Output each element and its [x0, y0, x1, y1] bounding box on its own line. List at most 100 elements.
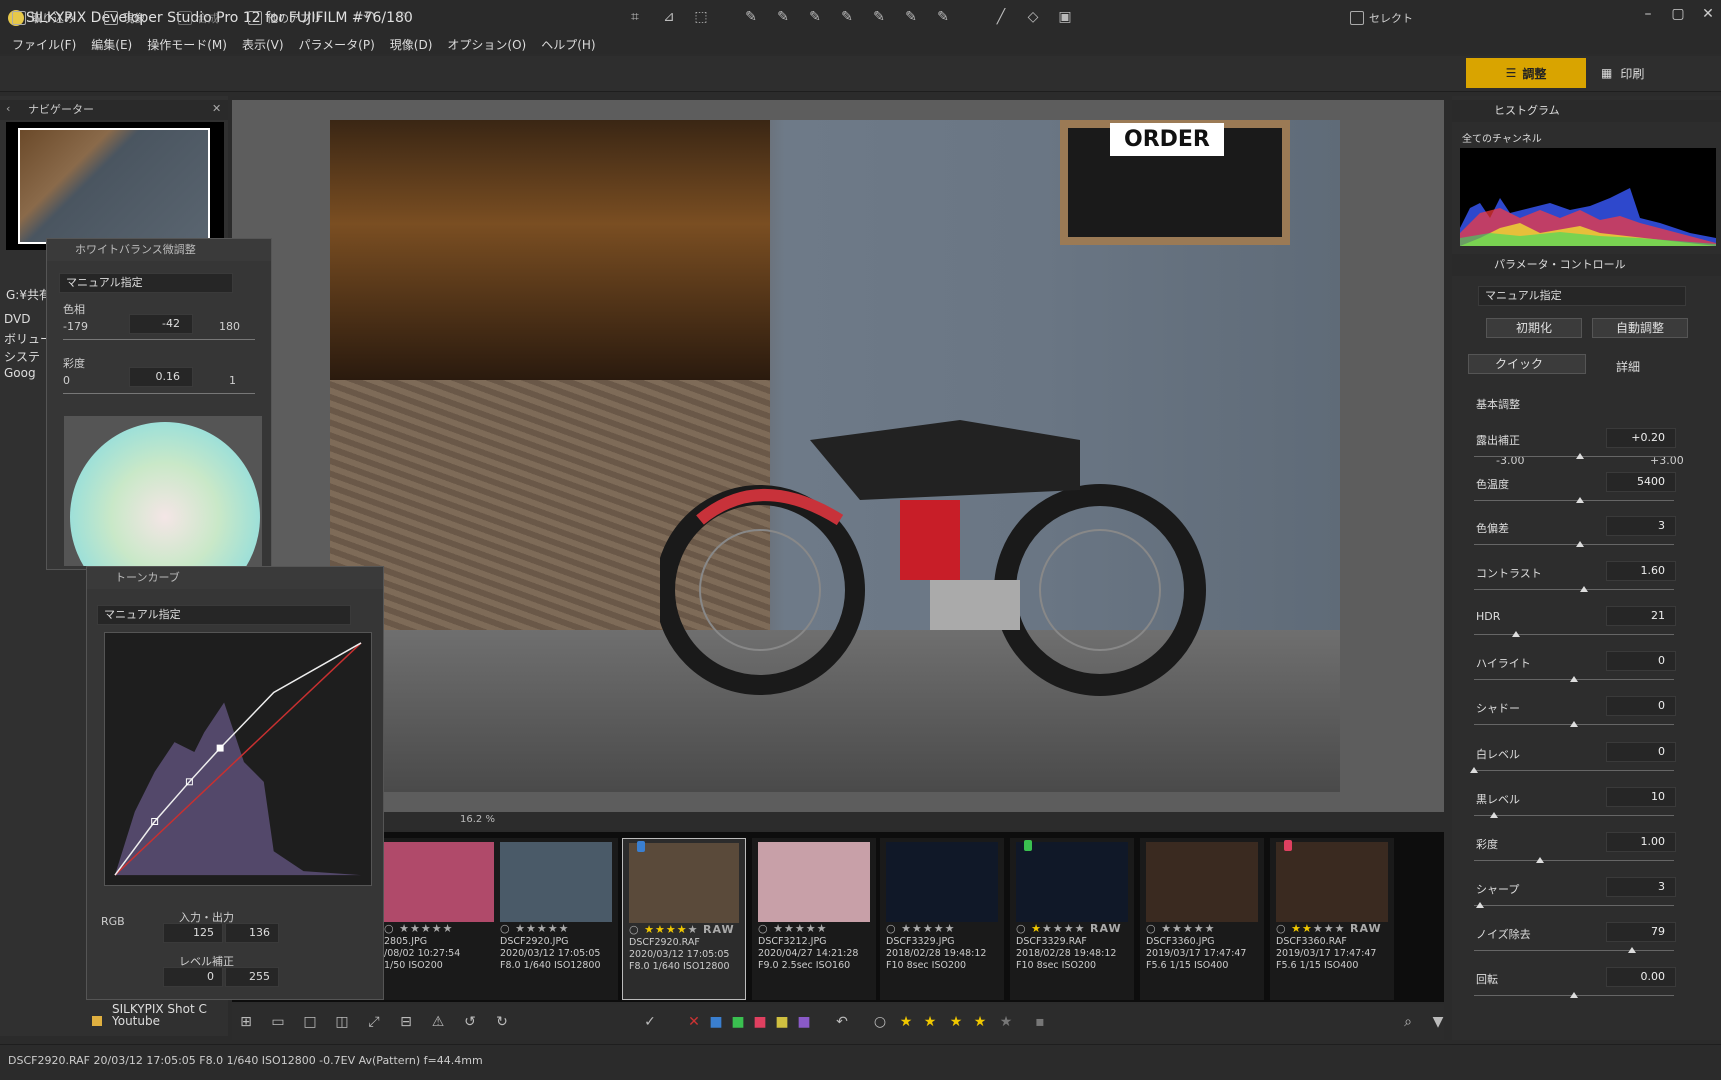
filmstrip-thumbnail[interactable]: ○ ★★★★★ DSCF3360.JPG 2019/03/17 17:47:47 F5…	[1140, 838, 1264, 1000]
thumbnail-rating[interactable]: ○ ★★★★★ RAW	[1010, 922, 1134, 936]
maximize-icon[interactable]: ▢	[1663, 6, 1693, 26]
adjust-button[interactable]: ☰ 調整	[1466, 58, 1586, 88]
brush-tool-5-icon[interactable]: ✎	[870, 8, 888, 26]
slider-handle[interactable]	[1536, 857, 1544, 863]
rating-2-star-icon[interactable]: ★	[920, 1012, 940, 1032]
zoom-level[interactable]: 16.2 %	[460, 814, 495, 825]
star-icon[interactable]: ★	[1205, 922, 1216, 935]
param-slider[interactable]	[1474, 456, 1674, 457]
thumbnail-rating[interactable]: ○ ★★★★★ RAW	[1270, 922, 1394, 936]
tag-red-icon[interactable]: ■	[750, 1012, 770, 1032]
saturation-value[interactable]: 0.16	[129, 367, 193, 387]
star-icon[interactable]: ★	[923, 922, 934, 935]
thumbnail-rating[interactable]: ○ ★★★★★	[752, 922, 876, 936]
rating-3-star-icon[interactable]: ★	[946, 1012, 966, 1032]
star-icon[interactable]: ★	[1042, 922, 1053, 935]
thumbnail-rating[interactable]: ○ ★★★★★	[378, 922, 502, 936]
tag-purple-icon[interactable]: ■	[794, 1012, 814, 1032]
param-slider[interactable]	[1474, 544, 1674, 545]
print-button[interactable]: ▦ 印刷	[1595, 58, 1705, 88]
collapse-left-icon[interactable]: ‹	[6, 102, 10, 115]
tree-item[interactable]: Goog	[4, 366, 36, 382]
star-icon[interactable]: ★	[806, 922, 817, 935]
saturation-slider[interactable]	[63, 393, 255, 394]
param-value[interactable]: 21	[1606, 606, 1676, 626]
param-value[interactable]: 10	[1606, 787, 1676, 807]
param-value[interactable]: 1.60	[1606, 561, 1676, 581]
composite-button[interactable]: 合成	[178, 8, 219, 28]
navigator-viewport[interactable]	[18, 128, 210, 244]
star-icon[interactable]: ★	[1075, 922, 1086, 935]
filmstrip-thumbnail[interactable]: ○ ★★★★★ DSCF3329.JPG 2018/02/28 19:48:12 F1…	[880, 838, 1004, 1000]
curve-point[interactable]	[216, 744, 224, 752]
star-icon[interactable]: ★	[548, 922, 559, 935]
curve-output-value[interactable]: 136	[225, 923, 279, 943]
level-max-value[interactable]: 255	[225, 967, 279, 987]
star-icon[interactable]: ★	[1161, 922, 1172, 935]
tag-blue-icon[interactable]: ■	[706, 1012, 726, 1032]
thumbnail-rating[interactable]: ○ ★★★★★ RAW	[623, 923, 745, 937]
star-icon[interactable]: ★	[666, 923, 677, 936]
param-value[interactable]: +0.20	[1606, 428, 1676, 448]
single-view-icon[interactable]: □	[300, 1012, 320, 1032]
reset-button[interactable]: 初期化	[1486, 318, 1582, 338]
star-icon[interactable]: ★	[773, 922, 784, 935]
slider-handle[interactable]	[1490, 812, 1498, 818]
curve-input-value[interactable]: 125	[163, 923, 223, 943]
color-wheel[interactable]	[64, 416, 262, 566]
brush-tool-4-icon[interactable]: ✎	[838, 8, 856, 26]
rating-5-star-icon[interactable]: ★	[996, 1012, 1016, 1032]
star-icon[interactable]: ★	[1335, 922, 1346, 935]
rating-4-star-icon[interactable]: ★	[970, 1012, 990, 1032]
tone-curve-preset[interactable]: マニュアル指定	[97, 605, 351, 625]
star-icon[interactable]: ★	[817, 922, 828, 935]
close-icon[interactable]: ✕	[1693, 6, 1721, 26]
param-slider[interactable]	[1474, 950, 1674, 951]
filmstrip-view-icon[interactable]: ▭	[268, 1012, 288, 1032]
star-icon[interactable]: ★	[399, 922, 410, 935]
transform-icon[interactable]: ⬚	[692, 8, 710, 26]
tab-detail[interactable]: 詳細	[1616, 358, 1640, 375]
slider-handle[interactable]	[1576, 497, 1584, 503]
star-icon[interactable]: ★	[1324, 922, 1335, 935]
hue-value[interactable]: -42	[129, 314, 193, 334]
menu-item[interactable]: ヘルプ(H)	[541, 36, 595, 54]
star-icon[interactable]: ★	[421, 922, 432, 935]
rating-zero-icon[interactable]: ○	[870, 1012, 890, 1032]
star-icon[interactable]: ★	[1313, 922, 1324, 935]
star-icon[interactable]: ★	[1031, 922, 1042, 935]
param-value[interactable]: 0	[1606, 651, 1676, 671]
pen-icon[interactable]: ╱	[992, 8, 1010, 26]
star-icon[interactable]: ★	[912, 922, 923, 935]
check-icon[interactable]: ✓	[640, 1012, 660, 1032]
param-slider[interactable]	[1474, 860, 1674, 861]
param-value[interactable]: 0	[1606, 696, 1676, 716]
param-value[interactable]: 5400	[1606, 472, 1676, 492]
slider-handle[interactable]	[1576, 453, 1584, 459]
star-icon[interactable]: ★	[432, 922, 443, 935]
star-icon[interactable]: ★	[1053, 922, 1064, 935]
grid-view-icon[interactable]: ⊞	[236, 1012, 256, 1032]
thumbnail-rating[interactable]: ○ ★★★★★	[494, 922, 618, 936]
warning-icon[interactable]: ⚠	[428, 1012, 448, 1032]
level-min-value[interactable]: 0	[163, 967, 223, 987]
fullscreen-icon[interactable]: ⤢	[364, 1012, 384, 1032]
rotate-icon[interactable]: ⊿	[660, 8, 678, 26]
menu-item[interactable]: ファイル(F)	[12, 36, 76, 54]
param-value[interactable]: 0.00	[1606, 967, 1676, 987]
menu-item[interactable]: 操作モード(M)	[147, 36, 227, 54]
slider-handle[interactable]	[1570, 676, 1578, 682]
channel-select[interactable]: RGB	[101, 915, 125, 928]
param-value[interactable]: 79	[1606, 922, 1676, 942]
filmstrip-thumbnail[interactable]: ○ ★★★★★ RAW DSCF2920.RAF 2020/03/12 17:05:…	[622, 838, 746, 1000]
star-icon[interactable]: ★	[644, 923, 655, 936]
thumbnail-rating[interactable]: ○ ★★★★★	[880, 922, 1004, 936]
star-icon[interactable]: ★	[526, 922, 537, 935]
star-icon[interactable]: ★	[1302, 922, 1313, 935]
rating-1-star-icon[interactable]: ★	[896, 1012, 916, 1032]
slider-handle[interactable]	[1580, 586, 1588, 592]
star-icon[interactable]: ★	[1291, 922, 1302, 935]
filmstrip-thumbnail[interactable]: ○ ★★★★★ 2805.JPG/08/02 10:27:54 1/50 ISO20…	[378, 838, 502, 1000]
slider-handle[interactable]	[1576, 541, 1584, 547]
rotate-left-icon[interactable]: ↺	[460, 1012, 480, 1032]
